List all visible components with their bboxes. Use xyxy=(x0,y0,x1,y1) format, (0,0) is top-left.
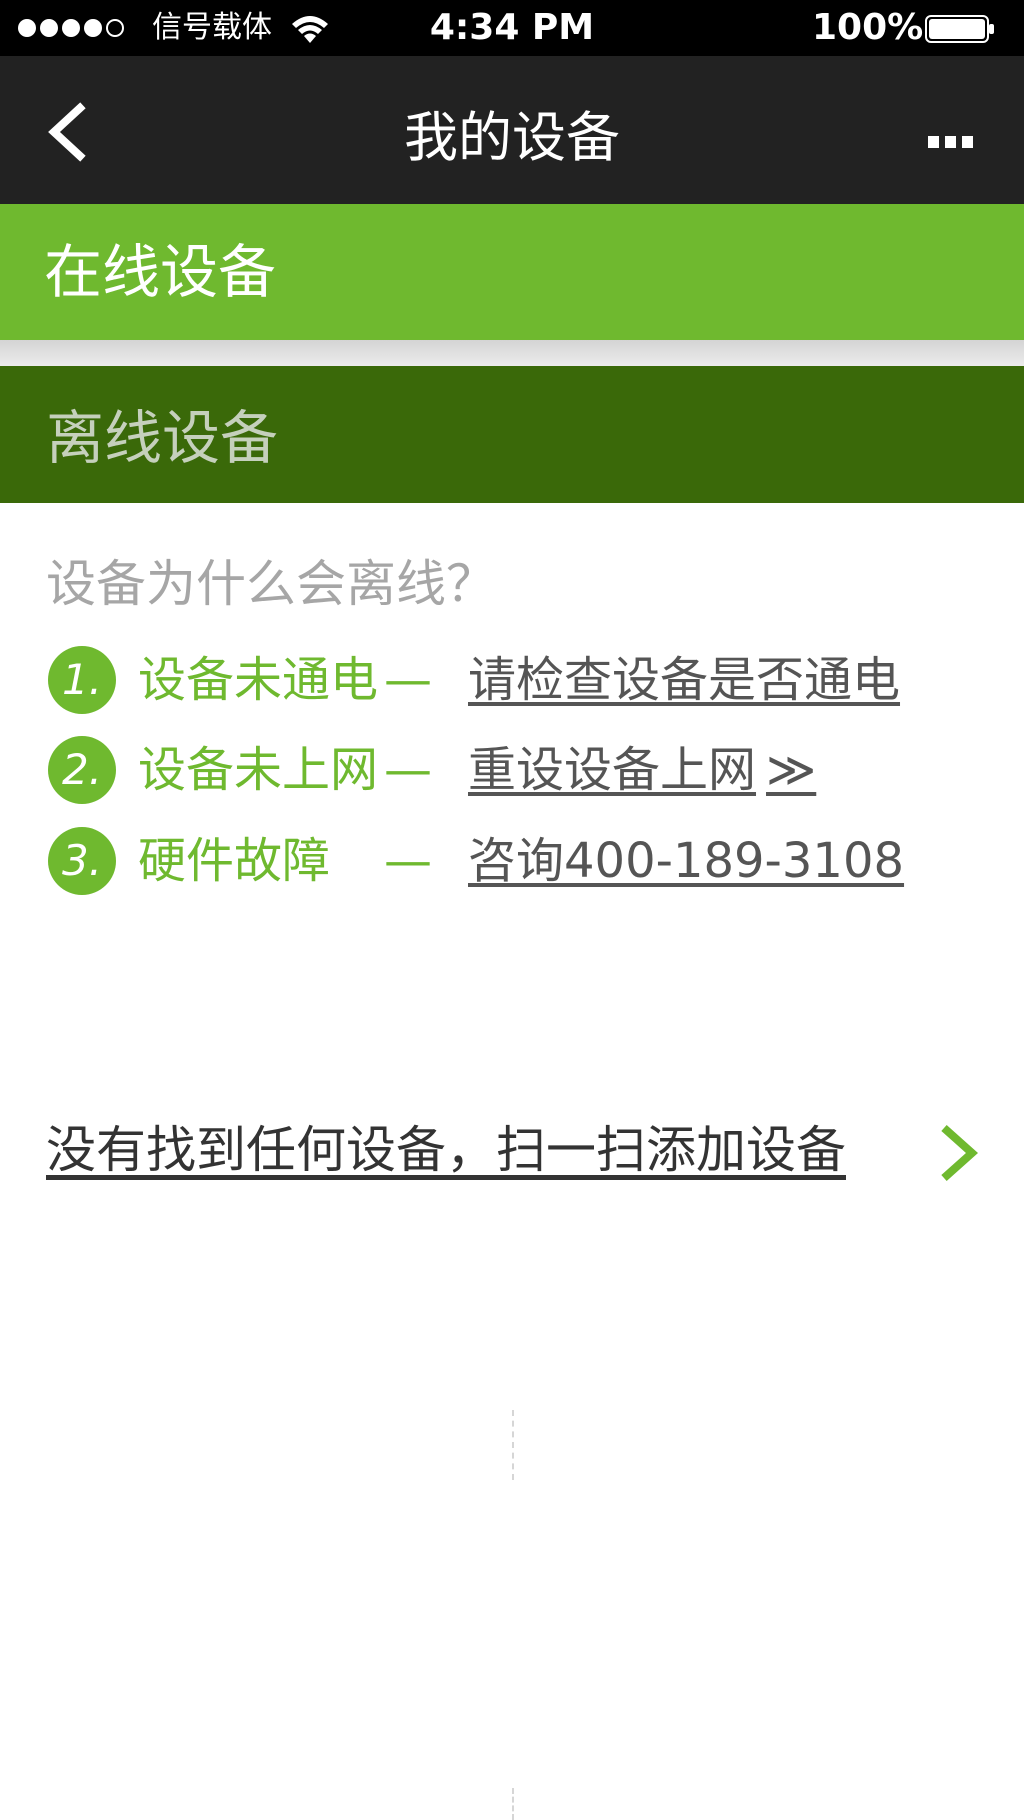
offline-devices-label: 离线设备 xyxy=(46,404,279,472)
section-divider xyxy=(0,340,1024,366)
offline-question: 设备为什么会离线？ xyxy=(46,555,496,613)
battery-percentage: 100% xyxy=(812,7,924,48)
scan-add-device-link[interactable]: 没有找到任何设备，扫一扫添加设备 xyxy=(46,1112,846,1188)
check-power-link[interactable]: 请检查设备是否通电 xyxy=(468,644,900,716)
battery-icon xyxy=(925,15,994,43)
double-chevron-right-icon: ≫ xyxy=(766,742,817,798)
reason-label: 设备未上网 xyxy=(138,742,379,798)
online-devices-header[interactable]: 在线设备 xyxy=(0,204,1024,340)
reason-item-network: 2. 设备未上网 — 重设设备上网 ≫ xyxy=(48,734,1008,806)
reason-item-hardware: 3. 硬件故障 — 咨询400-189-3108 xyxy=(48,825,1008,897)
consult-hotline-link[interactable]: 咨询400-189-3108 xyxy=(468,825,904,897)
dashed-divider xyxy=(512,1788,514,1820)
page-title: 我的设备 xyxy=(404,106,620,169)
dashed-divider xyxy=(512,1410,514,1480)
online-devices-label: 在线设备 xyxy=(44,238,277,306)
reason-label: 设备未通电 xyxy=(138,652,379,708)
check-power-link-text: 请检查设备是否通电 xyxy=(468,652,901,708)
reset-network-link[interactable]: 重设设备上网 ≫ xyxy=(468,734,816,806)
reason-dash: — xyxy=(384,652,432,708)
reason-label: 硬件故障 xyxy=(138,833,331,889)
number-badge: 2. xyxy=(48,736,116,804)
reason-item-power: 1. 设备未通电 — 请检查设备是否通电 xyxy=(48,644,1008,716)
title-bar: 我的设备 xyxy=(0,56,1024,204)
offline-devices-header[interactable]: 离线设备 xyxy=(0,366,1024,503)
chevron-right-icon[interactable] xyxy=(936,1122,982,1184)
reason-dash: — xyxy=(384,833,432,889)
reason-dash: — xyxy=(384,742,432,798)
reset-network-link-text: 重设设备上网 xyxy=(468,742,757,798)
number-badge: 1. xyxy=(48,646,116,714)
more-options-icon[interactable] xyxy=(926,132,976,152)
status-bar: 信号载体 4:34 PM 100% xyxy=(0,0,1024,56)
number-badge: 3. xyxy=(48,827,116,895)
consult-hotline-link-text: 咨询400-189-3108 xyxy=(468,833,905,889)
